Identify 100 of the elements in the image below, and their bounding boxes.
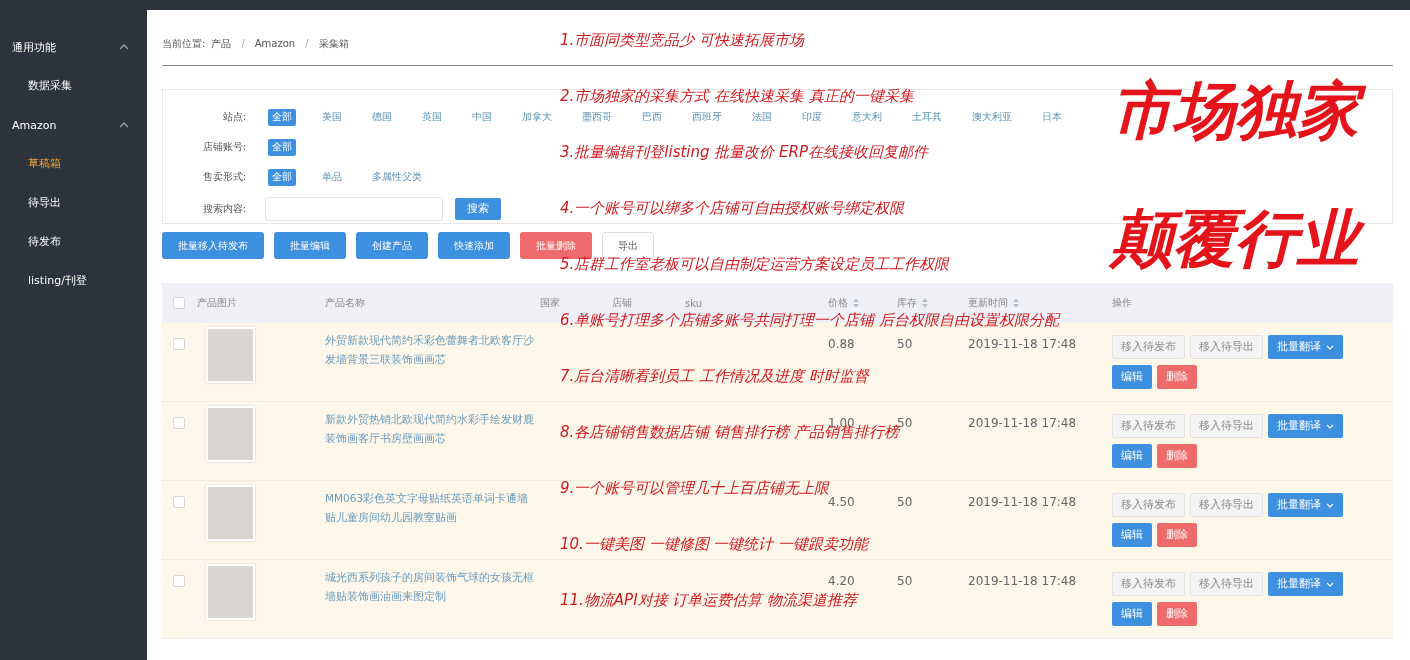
filter-option[interactable]: 德国 bbox=[368, 108, 396, 126]
filter-option[interactable]: 多属性父类 bbox=[368, 168, 426, 186]
photo-placeholder bbox=[206, 406, 255, 462]
filter-label: 店铺账号: bbox=[201, 140, 246, 154]
menu-item[interactable]: 待导出 bbox=[28, 192, 61, 214]
column-header[interactable]: 更新时间 bbox=[968, 296, 1019, 310]
product-name[interactable]: 新款外贸热销北欧现代简约水彩手绘发财鹿装饰画客厅书房壁画画芯 bbox=[325, 402, 540, 448]
column-header[interactable]: 价格 bbox=[828, 296, 859, 310]
filter-option[interactable]: 澳大利亚 bbox=[968, 108, 1016, 126]
time-cell-text: 2019-11-18 17:48 bbox=[968, 573, 1078, 588]
product-name[interactable]: 外贸新款现代简约禾彩色蕾舞者北欧客厅沙发墙背景三联装饰画画芯 bbox=[325, 323, 540, 369]
caret-icon bbox=[1326, 581, 1334, 587]
row-checkbox[interactable] bbox=[173, 496, 185, 508]
column-header: sku bbox=[685, 297, 703, 309]
filter-option[interactable]: 全部 bbox=[268, 108, 296, 126]
promo-annotation: 4.一个账号可以绑多个店铺可自由授权账号绑定权限 bbox=[560, 199, 905, 218]
row-action-button[interactable]: 移入待导出 bbox=[1190, 335, 1263, 359]
search-button[interactable]: 搜索 bbox=[455, 198, 501, 220]
search-label: 搜索内容: bbox=[201, 202, 246, 216]
row-action-button[interactable]: 删除 bbox=[1157, 444, 1197, 468]
promo-annotation: 10.一键美图 一键修图 一键统计 一键跟卖功能 bbox=[560, 535, 869, 554]
search-field[interactable] bbox=[265, 197, 443, 221]
filter-label: 售卖形式: bbox=[201, 170, 246, 184]
row-action-button[interactable]: 批量翻译 bbox=[1268, 414, 1343, 438]
breadcrumb-link[interactable]: 采集箱 bbox=[318, 36, 349, 51]
filter-option[interactable]: 法国 bbox=[748, 108, 776, 126]
row-checkbox[interactable] bbox=[173, 417, 185, 429]
breadcrumb-label: 当前位置: bbox=[162, 36, 206, 51]
row-action-button[interactable]: 编辑 bbox=[1112, 602, 1152, 626]
menu-group[interactable]: Amazon bbox=[0, 114, 147, 136]
sort-icon[interactable] bbox=[853, 298, 859, 308]
price-cell-text: 0.88 bbox=[828, 336, 856, 351]
promo-annotation: 1.市面同类型竞品少 可快速拓展市场 bbox=[560, 31, 805, 50]
filter-option[interactable]: 西班牙 bbox=[688, 108, 726, 126]
row-action-button[interactable]: 移入待导出 bbox=[1190, 493, 1263, 517]
breadcrumb-link[interactable]: Amazon bbox=[254, 38, 296, 49]
row-action-button[interactable]: 移入待导出 bbox=[1190, 572, 1263, 596]
row-action-button[interactable]: 编辑 bbox=[1112, 444, 1152, 468]
time-cell-text: 2019-11-18 17:48 bbox=[968, 494, 1078, 509]
stock-cell-text: 50 bbox=[897, 494, 914, 509]
toolbar-button[interactable]: 创建产品 bbox=[356, 232, 428, 259]
row-action-button[interactable]: 批量翻译 bbox=[1268, 335, 1343, 359]
toolbar-button[interactable]: 批量移入待发布 bbox=[162, 232, 264, 259]
row-action-button[interactable]: 移入待导出 bbox=[1190, 414, 1263, 438]
filter-option[interactable]: 全部 bbox=[268, 168, 296, 186]
row-action-button[interactable]: 移入待发布 bbox=[1112, 414, 1185, 438]
row-action-button[interactable]: 编辑 bbox=[1112, 365, 1152, 389]
row-checkbox[interactable] bbox=[173, 338, 185, 350]
caret-icon bbox=[1326, 423, 1334, 429]
row-action-button[interactable]: 删除 bbox=[1157, 365, 1197, 389]
row-action-button[interactable]: 删除 bbox=[1157, 602, 1197, 626]
menu-item[interactable]: 待发布 bbox=[28, 231, 61, 253]
filter-option[interactable]: 土耳其 bbox=[908, 108, 946, 126]
chevron-icon bbox=[119, 44, 129, 50]
filter-option[interactable]: 单品 bbox=[318, 168, 346, 186]
sort-icon[interactable] bbox=[1013, 298, 1019, 308]
promo-annotation: 11.物流API对接 订单运费估算 物流渠道推荐 bbox=[560, 591, 858, 610]
filter-option[interactable]: 巴西 bbox=[638, 108, 666, 126]
product-name[interactable]: MM063彩色英文字母贴纸英语单词卡通墙贴儿童房间幼儿园教室贴画 bbox=[325, 481, 540, 527]
chevron-icon bbox=[119, 122, 129, 128]
row-action-button[interactable]: 移入待发布 bbox=[1112, 493, 1185, 517]
price-cell-text: 4.50 bbox=[828, 495, 856, 509]
breadcrumb-separator: / bbox=[305, 38, 309, 49]
filter-option[interactable]: 印度 bbox=[798, 108, 826, 126]
filter-option[interactable]: 全部 bbox=[268, 138, 296, 156]
price-cell-text: 4.20 bbox=[828, 573, 856, 588]
filter-option[interactable]: 日本 bbox=[1038, 108, 1066, 126]
menu-item[interactable]: 数据采集 bbox=[28, 75, 72, 97]
product-name[interactable]: 城光西系列孩子的房间装饰气球的女孩无框墙贴装饰画油画来图定制 bbox=[325, 560, 540, 606]
filter-option[interactable]: 墨西哥 bbox=[578, 108, 616, 126]
filter-option[interactable]: 加拿大 bbox=[518, 108, 556, 126]
column-header: 产品图片 bbox=[197, 296, 237, 310]
row-action-button[interactable]: 移入待发布 bbox=[1112, 335, 1185, 359]
row-action-button[interactable]: 批量翻译 bbox=[1268, 493, 1343, 517]
select-all-checkbox[interactable] bbox=[173, 297, 185, 309]
photo-placeholder bbox=[206, 564, 255, 620]
toolbar-button[interactable]: 快速添加 bbox=[438, 232, 510, 259]
column-header[interactable]: 库存 bbox=[897, 296, 928, 310]
breadcrumb-separator: / bbox=[241, 38, 245, 49]
promo-annotation: 3.批量编辑刊登listing 批量改价 ERP在线接收回复邮件 bbox=[560, 143, 929, 162]
promo-slogan: 颠覆行业 bbox=[1107, 198, 1375, 281]
row-action-button[interactable]: 移入待发布 bbox=[1112, 572, 1185, 596]
breadcrumb-link[interactable]: 产品 bbox=[211, 36, 232, 51]
filter-option[interactable]: 中国 bbox=[468, 108, 496, 126]
menu-group[interactable]: 通用功能 bbox=[0, 36, 147, 58]
filter-option[interactable]: 意大利 bbox=[848, 108, 886, 126]
row-action-button[interactable]: 批量翻译 bbox=[1268, 572, 1343, 596]
menu-item[interactable]: 草稿箱 bbox=[28, 153, 61, 175]
promo-slogan: 市场独家 bbox=[1107, 70, 1375, 153]
sort-icon[interactable] bbox=[922, 298, 928, 308]
stock-cell-text: 50 bbox=[897, 573, 914, 588]
menu-item[interactable]: listing/刊登 bbox=[28, 270, 87, 292]
time-cell-text: 2019-11-18 17:48 bbox=[968, 336, 1078, 351]
filter-option[interactable]: 美国 bbox=[318, 108, 346, 126]
row-action-button[interactable]: 删除 bbox=[1157, 523, 1197, 547]
toolbar-button[interactable]: 批量编辑 bbox=[274, 232, 346, 259]
row-action-button[interactable]: 编辑 bbox=[1112, 523, 1152, 547]
filter-option[interactable]: 英国 bbox=[418, 108, 446, 126]
row-checkbox[interactable] bbox=[173, 575, 185, 587]
stock-cell-text: 50 bbox=[897, 336, 914, 351]
